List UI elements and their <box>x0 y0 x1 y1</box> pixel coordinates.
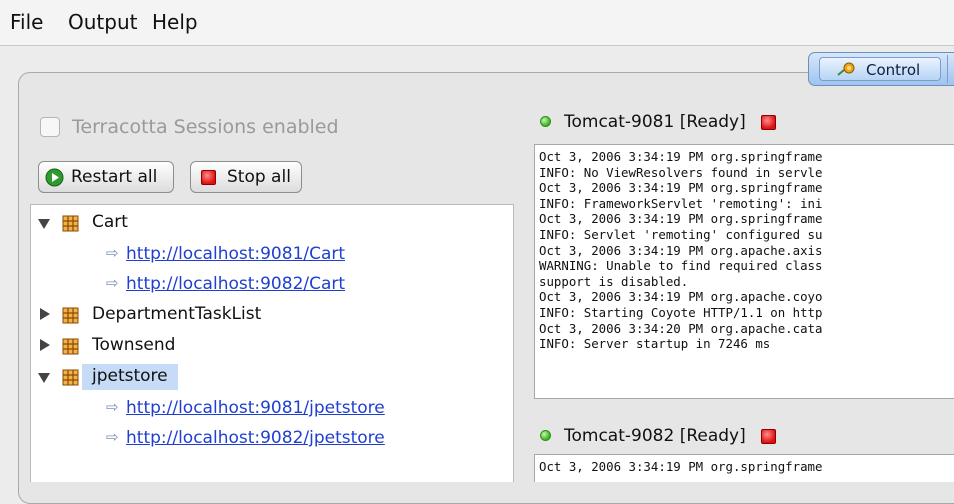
log-line: INFO: Starting Coyote HTTP/1.1 on http <box>539 304 823 320</box>
expanded-arrow-icon[interactable] <box>38 219 50 229</box>
menu-output[interactable]: Output <box>68 10 137 34</box>
tree-node-jpetstore[interactable]: jpetstore <box>38 364 338 392</box>
log-line: INFO: Server startup in 7246 ms <box>539 336 771 352</box>
log-line: support is disabled. <box>539 273 689 289</box>
log-line: INFO: FrameworkServlet 'remoting': ini <box>539 195 823 211</box>
cart-link-9081[interactable]: http://localhost:9081/Cart <box>126 244 345 264</box>
tree-node-cart[interactable]: Cart <box>38 210 338 238</box>
log-line: Oct 3, 2006 3:34:19 PM org.springframe <box>539 180 823 196</box>
collapsed-arrow-icon[interactable] <box>40 339 50 351</box>
log-line: Oct 3, 2006 3:34:19 PM org.springframe <box>539 149 823 164</box>
tree-node-label: DepartmentTaskList <box>92 304 262 324</box>
jpetstore-link-9082[interactable]: http://localhost:9082/jpetstore <box>126 428 385 448</box>
tree-link-cart-9082[interactable]: ⇨ http://localhost:9082/Cart <box>106 272 406 300</box>
tab-control-label: Control <box>866 61 921 79</box>
terracotta-sessions-checkbox[interactable] <box>40 117 60 137</box>
web-app-icon <box>62 369 79 386</box>
cart-link-9082[interactable]: http://localhost:9082/Cart <box>126 274 345 294</box>
link-arrow-icon: ⇨ <box>106 274 119 292</box>
web-app-icon <box>62 307 79 324</box>
tree-link-cart-9081[interactable]: ⇨ http://localhost:9081/Cart <box>106 242 406 270</box>
web-app-icon <box>62 338 79 355</box>
link-arrow-icon: ⇨ <box>106 398 119 416</box>
stop-server-9081-button[interactable] <box>761 115 776 130</box>
stop-square-icon <box>201 170 216 185</box>
tree-link-jpetstore-9082[interactable]: ⇨ http://localhost:9082/jpetstore <box>106 426 416 454</box>
server-log-9082[interactable]: Oct 3, 2006 3:34:19 PM org.springframe <box>534 454 954 482</box>
server-ready-icon <box>540 116 551 127</box>
restart-all-button[interactable]: Restart all <box>38 161 174 193</box>
expanded-arrow-icon[interactable] <box>38 373 50 383</box>
server-title-9082: Tomcat-9082 [Ready] <box>564 426 746 446</box>
menu-bar: File Output Help <box>0 0 954 46</box>
stop-all-label: Stop all <box>227 167 291 187</box>
control-icon <box>837 62 855 76</box>
server-title-9081: Tomcat-9081 [Ready] <box>564 112 746 132</box>
tree-node-townsend[interactable]: Townsend <box>38 333 338 361</box>
server-ready-icon <box>540 430 551 441</box>
web-app-icon <box>62 215 79 232</box>
tab-control[interactable]: Control <box>819 57 941 81</box>
log-line: Oct 3, 2006 3:34:19 PM org.springframe <box>539 211 823 227</box>
log-line: Oct 3, 2006 3:34:19 PM org.apache.axis <box>539 242 823 258</box>
tree-node-label: Townsend <box>92 335 176 355</box>
tree-node-label: jpetstore <box>92 366 168 386</box>
jpetstore-link-9081[interactable]: http://localhost:9081/jpetstore <box>126 398 385 418</box>
link-arrow-icon: ⇨ <box>106 244 119 262</box>
link-arrow-icon: ⇨ <box>106 428 119 446</box>
menu-file[interactable]: File <box>10 10 43 34</box>
stop-server-9082-button[interactable] <box>761 429 776 444</box>
log-line: WARNING: Unable to find required class <box>539 258 823 274</box>
terracotta-sessions-label: Terracotta Sessions enabled <box>72 116 339 138</box>
log-line: Oct 3, 2006 3:34:20 PM org.apache.cata <box>539 320 823 336</box>
server-log-9081[interactable]: Oct 3, 2006 3:34:19 PM org.springframe I… <box>534 144 954 399</box>
tab-divider <box>947 55 948 83</box>
log-line: Oct 3, 2006 3:34:19 PM org.apache.coyo <box>539 289 823 305</box>
play-circle-icon <box>45 168 64 187</box>
tree-node-label: Cart <box>92 212 128 232</box>
view-tab-group: Control <box>808 52 954 86</box>
tree-link-jpetstore-9081[interactable]: ⇨ http://localhost:9081/jpetstore <box>106 396 416 424</box>
collapsed-arrow-icon[interactable] <box>40 308 50 320</box>
restart-all-label: Restart all <box>71 167 158 187</box>
tree-node-departmenttasklist[interactable]: DepartmentTaskList <box>38 302 338 330</box>
log-line: INFO: No ViewResolvers found in servle <box>539 164 823 180</box>
log-line: INFO: Servlet 'remoting' configured su <box>539 226 823 242</box>
menu-help[interactable]: Help <box>152 10 198 34</box>
stop-all-button[interactable]: Stop all <box>190 161 302 193</box>
log-line: Oct 3, 2006 3:34:19 PM org.springframe <box>539 459 823 474</box>
